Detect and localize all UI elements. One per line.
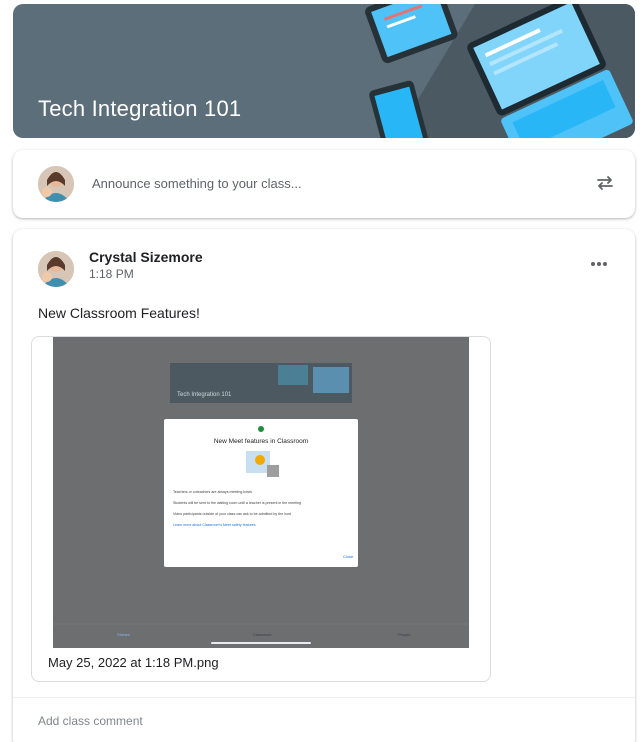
user-avatar xyxy=(38,166,74,202)
add-comment-link[interactable]: Add class comment xyxy=(38,714,143,728)
preview-bullet-3: Video participants outside of your class… xyxy=(173,512,291,516)
preview-bullet-2: Students will be sent to the waiting roo… xyxy=(173,501,301,505)
attachment-thumbnail[interactable]: Tech Integration 101 New Meet features i… xyxy=(53,337,469,648)
author-avatar xyxy=(38,251,74,287)
class-title[interactable]: Tech Integration 101 xyxy=(38,96,241,122)
preview-nav-stream: Stream xyxy=(117,632,131,637)
announce-placeholder[interactable]: Announce something to your class... xyxy=(92,176,302,191)
comment-divider xyxy=(13,697,635,698)
preview-bullet-4: Learn more about Classroom's Meet safety… xyxy=(173,523,256,527)
avatar-image xyxy=(38,251,74,287)
post-card: Crystal Sizemore 1:18 PM New Classroom F… xyxy=(13,229,635,742)
preview-nav-classwork: Classwork xyxy=(253,632,271,637)
post-author: Crystal Sizemore xyxy=(89,249,203,265)
reuse-post-icon[interactable] xyxy=(593,171,617,195)
class-banner: Tech Integration 101 xyxy=(13,4,635,138)
attachment-card[interactable]: Tech Integration 101 New Meet features i… xyxy=(31,336,491,682)
devices-illustration xyxy=(365,4,635,138)
more-options-icon[interactable] xyxy=(589,260,609,268)
avatar-image xyxy=(38,166,74,202)
preview-bullet-1: Teachers or coteachers are always meetin… xyxy=(173,490,252,494)
post-time: 1:18 PM xyxy=(89,267,134,281)
preview-close: Close xyxy=(343,554,354,559)
announce-box[interactable]: Announce something to your class... xyxy=(13,150,635,218)
attachment-filename[interactable]: May 25, 2022 at 1:18 PM.png xyxy=(48,655,219,670)
preview-class-title: Tech Integration 101 xyxy=(177,392,232,398)
post-text: New Classroom Features! xyxy=(38,305,200,321)
preview-nav-people: People xyxy=(398,632,411,637)
preview-dialog-title: New Meet features in Classroom xyxy=(214,438,308,445)
